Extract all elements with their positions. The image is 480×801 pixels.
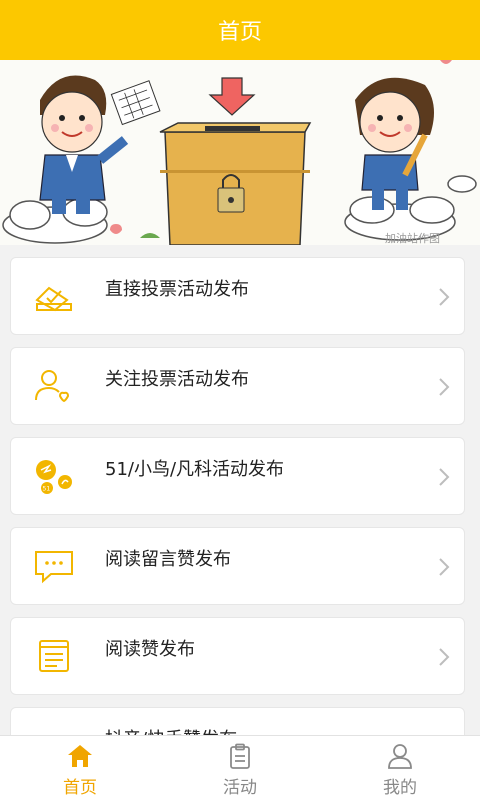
comment-bubble-icon	[35, 551, 73, 584]
list-item-label: 抖音/快手赞发布	[105, 725, 237, 735]
app-header: 首页	[0, 0, 480, 60]
svg-text:51: 51	[43, 486, 51, 493]
tab-label: 首页	[63, 778, 97, 798]
list-item-label: 关注投票活动发布	[105, 369, 249, 390]
ballot-box-icon	[35, 286, 72, 312]
clipboard-icon	[230, 743, 250, 769]
tab-mine[interactable]: 我的	[320, 736, 480, 801]
list-item-read-like[interactable]: 阅读赞发布	[10, 617, 465, 695]
home-icon	[68, 745, 92, 767]
chevron-right-icon	[439, 558, 450, 576]
chevron-right-icon	[439, 468, 450, 486]
tab-label: 我的	[383, 778, 417, 798]
list-item-label: 阅读留言赞发布	[105, 549, 231, 570]
page-title: 首页	[217, 20, 262, 45]
banner-illustration: 加油站作图	[2, 60, 477, 245]
banner-watermark: 加油站作图	[385, 231, 440, 245]
tab-home[interactable]: 首页	[0, 736, 160, 801]
chevron-right-icon	[439, 648, 450, 666]
list-item-direct-vote[interactable]: 直接投票活动发布	[10, 257, 465, 335]
list-item-label: 阅读赞发布	[105, 639, 195, 660]
bottom-tab-bar: 首页 活动 我的	[0, 735, 480, 801]
list-item-follow-vote[interactable]: 关注投票活动发布	[10, 347, 465, 425]
document-icon	[39, 640, 69, 672]
list-item-platform-activity[interactable]: 51 51/小鸟/凡科活动发布	[10, 437, 465, 515]
list-item-read-comment-like[interactable]: 阅读留言赞发布	[10, 527, 465, 605]
user-heart-icon	[35, 370, 70, 403]
feature-list: 直接投票活动发布 关注投票活动发布 51 51/小鸟/凡科活动发布 阅读留言赞发…	[0, 245, 480, 735]
user-icon	[388, 744, 412, 769]
tab-activity[interactable]: 活动	[160, 736, 320, 801]
banner-image: 加油站作图	[0, 60, 480, 245]
chevron-right-icon	[439, 378, 450, 396]
list-item-short-video-like[interactable]: 抖音/快手赞发布	[10, 707, 465, 735]
list-item-label: 51/小鸟/凡科活动发布	[105, 459, 285, 480]
chevron-right-icon	[439, 288, 450, 306]
video-icon	[33, 728, 75, 735]
tab-label: 活动	[223, 778, 257, 798]
platform-badges-icon: 51	[36, 460, 72, 494]
list-item-label: 直接投票活动发布	[105, 279, 249, 300]
